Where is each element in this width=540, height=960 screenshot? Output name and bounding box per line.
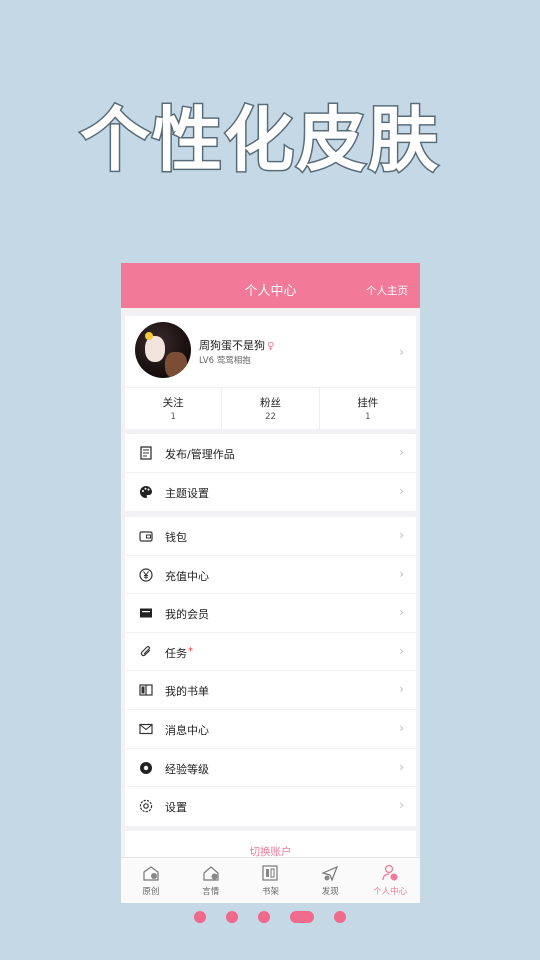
chevron-right-icon: › [399, 566, 404, 581]
menu-item-label: 钱包 [165, 531, 187, 544]
tab-label: 发现 [321, 887, 339, 897]
chevron-right-icon: › [399, 682, 404, 697]
tab-label: 个人中心 [373, 887, 408, 897]
chevron-right-icon: › [399, 759, 404, 774]
menu-item-recharge[interactable]: 充值中心 › [125, 556, 416, 595]
menu-item-label: 我的书单 [165, 685, 209, 699]
chevron-right-icon: › [399, 445, 404, 459]
avatar[interactable] [135, 322, 191, 378]
menu-group-works: 发布/管理作品 › 主题设置 › [125, 434, 416, 512]
paperclip-icon [140, 645, 151, 656]
original-icon [143, 866, 159, 881]
tab-discover[interactable]: 发现 [300, 858, 360, 903]
menu-group-account: 钱包 › 充值中心 › 我的会员 › 任务* › 我的书单 › 消息中心 › 经… [125, 517, 416, 826]
stat-pendants[interactable]: 挂件 1 [318, 388, 416, 429]
chevron-right-icon: › [399, 605, 404, 620]
menu-item-label: 设置 [165, 801, 187, 815]
menu-item-messages[interactable]: 消息中心 › [125, 710, 416, 749]
page-dot[interactable] [334, 911, 346, 923]
palette-icon [140, 485, 152, 498]
bookshelf-icon [262, 865, 279, 881]
stat-label: 关注 [162, 397, 184, 409]
chevron-right-icon: › [399, 528, 404, 542]
profile-icon [382, 864, 398, 881]
tab-label: 书架 [261, 887, 279, 897]
promo-title: 个性化皮肤 [79, 98, 440, 183]
app-header: 个人中心 个人主页 [121, 263, 420, 308]
new-task-badge: * [188, 645, 193, 657]
profile-stats: 关注 1 粉丝 22 挂件 1 [125, 387, 416, 429]
bottom-tab-bar: 原创 言情 书架 发现 个人中心 [121, 857, 420, 903]
menu-item-manage-works[interactable]: 发布/管理作品 › [125, 434, 416, 473]
level-icon [140, 761, 152, 774]
book-icon [139, 684, 153, 696]
stat-label: 粉丝 [259, 397, 281, 409]
menu-item-label: 任务* [165, 645, 193, 661]
romance-icon [203, 866, 219, 881]
yen-icon [139, 567, 153, 582]
username: 周狗蛋不是狗 ♀ [199, 337, 274, 353]
chevron-right-icon: › [399, 720, 404, 735]
tab-original[interactable]: 原创 [121, 858, 181, 903]
profile-card[interactable]: 周狗蛋不是狗 ♀ LV6 莺莺相抱 › 关注 1 粉丝 22 挂件 1 [125, 316, 416, 429]
stat-value: 22 [265, 412, 276, 422]
personal-homepage-link[interactable]: 个人主页 [366, 283, 408, 298]
tab-bookshelf[interactable]: 书架 [241, 858, 301, 903]
chevron-right-icon: › [399, 643, 404, 658]
menu-item-label: 主题设置 [165, 486, 209, 500]
menu-item-label: 我的会员 [165, 608, 209, 622]
page-dot[interactable] [194, 911, 206, 923]
page-dot-active[interactable] [290, 911, 314, 923]
menu-item-label: 发布/管理作品 [165, 448, 235, 461]
page-dot[interactable] [226, 911, 238, 923]
menu-item-label-text: 任务 [165, 646, 187, 660]
stat-value: 1 [170, 412, 176, 422]
discover-icon [321, 865, 339, 882]
menu-item-experience-level[interactable]: 经验等级 › [125, 749, 416, 788]
tab-romance[interactable]: 言情 [181, 858, 241, 903]
tab-profile[interactable]: 个人中心 [360, 858, 420, 903]
stat-followers[interactable]: 粉丝 22 [221, 388, 318, 429]
menu-item-wallet[interactable]: 钱包 › [125, 517, 416, 556]
menu-item-settings[interactable]: 设置 › [125, 787, 416, 826]
mail-icon [139, 723, 153, 735]
wallet-icon [139, 531, 153, 542]
menu-item-label: 经验等级 [165, 762, 209, 776]
female-icon: ♀ [267, 341, 275, 352]
gear-icon [139, 799, 153, 813]
tab-label: 言情 [202, 887, 220, 897]
menu-item-membership[interactable]: 我的会员 › [125, 594, 416, 633]
stat-label: 挂件 [357, 397, 379, 409]
menu-item-booklist[interactable]: 我的书单 › [125, 671, 416, 710]
menu-item-tasks[interactable]: 任务* › [125, 633, 416, 672]
menu-item-theme-settings[interactable]: 主题设置 › [125, 473, 416, 512]
chevron-right-icon: › [399, 483, 404, 498]
phone-screen: 个人中心 个人主页 周狗蛋不是狗 ♀ LV6 莺莺相抱 › 关注 1 粉丝 22 … [121, 263, 420, 903]
tab-label: 原创 [142, 887, 160, 897]
vip-card-icon [140, 608, 152, 618]
menu-item-label: 消息中心 [165, 723, 209, 737]
document-icon [140, 446, 152, 460]
chevron-right-icon: › [399, 798, 404, 813]
stat-following[interactable]: 关注 1 [125, 388, 221, 429]
user-level: LV6 莺莺相抱 [199, 356, 251, 366]
chevron-right-icon: › [399, 345, 404, 359]
menu-item-label: 充值中心 [165, 569, 209, 583]
stat-value: 1 [365, 412, 371, 422]
page-dot[interactable] [258, 911, 270, 923]
username-text: 周狗蛋不是狗 [199, 339, 265, 352]
